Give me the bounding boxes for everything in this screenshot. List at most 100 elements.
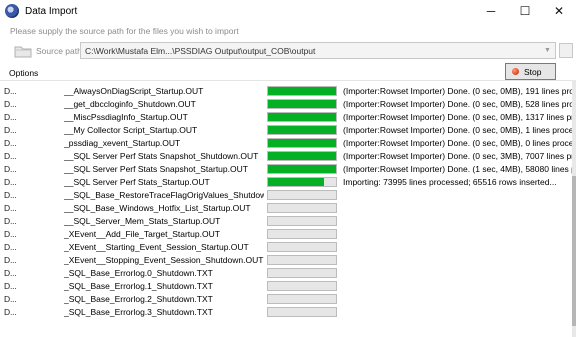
file-name: __SQL_Base_RestoreTraceFlagOrigValues_Sh… xyxy=(64,190,264,200)
file-name: __get_dbccloginfo_Shutdown.OUT xyxy=(64,99,196,109)
file-name: _XEvent__Add_File_Target_Startup.OUT xyxy=(64,229,220,239)
progress-bar xyxy=(267,164,337,174)
file-name: _SQL_Base_Errorlog.1_Shutdown.TXT xyxy=(64,281,213,291)
progress-bar xyxy=(267,242,337,252)
progress-fill xyxy=(268,165,336,173)
progress-bar xyxy=(267,138,337,148)
list-item[interactable]: D... _XEvent__Add_File_Target_Startup.OUT xyxy=(0,228,572,241)
import-status: (Importer:Rowset Importer) Done. (0 sec,… xyxy=(343,112,572,122)
maximize-button[interactable]: ☐ xyxy=(508,0,542,22)
progress-bar xyxy=(267,216,337,226)
scrollbar-thumb[interactable] xyxy=(572,176,576,326)
list-item[interactable]: D... __MiscPssdiagInfo_Startup.OUT (Import… xyxy=(0,111,572,124)
file-date: D... xyxy=(4,99,17,109)
source-path-value: C:\Work\Mustafa Elm...\PSSDIAG Output\ou… xyxy=(85,46,316,56)
list-item[interactable]: D... __get_dbccloginfo_Shutdown.OUT (Impor… xyxy=(0,98,572,111)
list-item[interactable]: D... __SQL_Base_RestoreTraceFlagOrigValue… xyxy=(0,189,572,202)
app-icon xyxy=(5,4,19,18)
browse-button[interactable] xyxy=(559,43,573,58)
progress-fill xyxy=(268,87,336,95)
file-name: _pssdiag_xevent_Startup.OUT xyxy=(64,138,181,148)
close-button[interactable]: ✕ xyxy=(542,0,576,22)
file-name: __SQL_Server_Mem_Stats_Startup.OUT xyxy=(64,216,221,226)
progress-bar xyxy=(267,99,337,109)
file-date: D... xyxy=(4,268,17,278)
progress-bar xyxy=(267,294,337,304)
progress-bar xyxy=(267,307,337,317)
file-date: D... xyxy=(4,294,17,304)
file-name: _SQL_Base_Errorlog.3_Shutdown.TXT xyxy=(64,307,213,317)
window-controls: ─ ☐ ✕ xyxy=(474,0,576,22)
source-path-combobox[interactable]: C:\Work\Mustafa Elm...\PSSDIAG Output\ou… xyxy=(80,42,556,59)
instruction-text: Please supply the source path for the fi… xyxy=(10,26,239,36)
progress-bar xyxy=(267,151,337,161)
stop-button[interactable]: Stop xyxy=(505,63,556,80)
file-name: __SQL Server Perf Stats_Startup.OUT xyxy=(64,177,210,187)
minimize-button[interactable]: ─ xyxy=(474,0,508,22)
file-date: D... xyxy=(4,164,17,174)
file-date: D... xyxy=(4,125,17,135)
progress-bar xyxy=(267,112,337,122)
vertical-scrollbar[interactable] xyxy=(572,80,576,337)
import-status: (Importer:Rowset Importer) Done. (1 sec,… xyxy=(343,164,572,174)
source-path-row: Source path: C:\Work\Mustafa Elm...\PSSD… xyxy=(0,40,576,62)
import-file-list[interactable]: D... __AlwaysOnDiagScript_Startup.OUT (Imp… xyxy=(0,80,572,337)
import-status: (Importer:Rowset Importer) Done. (0 sec,… xyxy=(343,151,572,161)
list-item[interactable]: D... __SQL_Server_Mem_Stats_Startup.OUT xyxy=(0,215,572,228)
import-status: (Importer:Rowset Importer) Done. (0 sec,… xyxy=(343,99,572,109)
file-date: D... xyxy=(4,190,17,200)
list-item[interactable]: D... __AlwaysOnDiagScript_Startup.OUT (Imp… xyxy=(0,85,572,98)
window-title: Data Import xyxy=(25,5,78,17)
file-date: D... xyxy=(4,281,17,291)
file-name: __SQL_Base_Windows_Hotfix_List_Startup.O… xyxy=(64,203,251,213)
progress-fill xyxy=(268,139,336,147)
list-item[interactable]: D... __SQL Server Perf Stats_Startup.OUT I… xyxy=(0,176,572,189)
progress-bar xyxy=(267,177,337,187)
file-date: D... xyxy=(4,138,17,148)
file-name: _SQL_Base_Errorlog.0_Shutdown.TXT xyxy=(64,268,213,278)
file-date: D... xyxy=(4,307,17,317)
import-status: Importing: 73995 lines processed; 65516 … xyxy=(343,177,557,187)
list-item[interactable]: D... __SQL Server Perf Stats Snapshot_Shu… xyxy=(0,150,572,163)
file-date: D... xyxy=(4,86,17,96)
import-status: (Importer:Rowset Importer) Done. (0 sec,… xyxy=(343,125,572,135)
progress-fill xyxy=(268,178,324,186)
progress-bar xyxy=(267,268,337,278)
file-name: _SQL_Base_Errorlog.2_Shutdown.TXT xyxy=(64,294,213,304)
progress-bar xyxy=(267,86,337,96)
progress-bar xyxy=(267,229,337,239)
list-item[interactable]: D... _SQL_Base_Errorlog.1_Shutdown.TXT xyxy=(0,280,572,293)
list-item[interactable]: D... __SQL_Base_Windows_Hotfix_List_Start… xyxy=(0,202,572,215)
list-item[interactable]: D... __SQL Server Perf Stats Snapshot_Sta… xyxy=(0,163,572,176)
file-name: __SQL Server Perf Stats Snapshot_Shutdow… xyxy=(64,151,259,161)
list-item[interactable]: D... _XEvent__Starting_Event_Session_Star… xyxy=(0,241,572,254)
progress-bar xyxy=(267,255,337,265)
progress-bar xyxy=(267,190,337,200)
import-status: (Importer:Rowset Importer) Done. (0 sec,… xyxy=(343,138,572,148)
list-item[interactable]: D... _SQL_Base_Errorlog.0_Shutdown.TXT xyxy=(0,267,572,280)
import-status: (Importer:Rowset Importer) Done. (0 sec,… xyxy=(343,86,572,96)
file-date: D... xyxy=(4,229,17,239)
options-menu[interactable]: Options xyxy=(9,68,38,78)
file-name: __My Collector Script_Startup.OUT xyxy=(64,125,198,135)
progress-bar xyxy=(267,281,337,291)
file-date: D... xyxy=(4,255,17,265)
title-bar: Data Import ─ ☐ ✕ xyxy=(0,0,576,22)
progress-fill xyxy=(268,100,336,108)
list-item[interactable]: D... __My Collector Script_Startup.OUT (Im… xyxy=(0,124,572,137)
file-name: __SQL Server Perf Stats Snapshot_Startup… xyxy=(64,164,248,174)
list-item[interactable]: D... _SQL_Base_Errorlog.3_Shutdown.TXT xyxy=(0,306,572,319)
list-item[interactable]: D... _XEvent__Stopping_Event_Session_Shut… xyxy=(0,254,572,267)
file-date: D... xyxy=(4,216,17,226)
list-item[interactable]: D... _SQL_Base_Errorlog.2_Shutdown.TXT xyxy=(0,293,572,306)
stop-button-label: Stop xyxy=(524,66,542,77)
file-name: __AlwaysOnDiagScript_Startup.OUT xyxy=(64,86,204,96)
source-path-label: Source path: xyxy=(36,46,85,56)
file-date: D... xyxy=(4,203,17,213)
chevron-down-icon[interactable]: ▼ xyxy=(541,44,554,57)
file-date: D... xyxy=(4,112,17,122)
file-name: __MiscPssdiagInfo_Startup.OUT xyxy=(64,112,188,122)
list-item[interactable]: D... _pssdiag_xevent_Startup.OUT (Importer… xyxy=(0,137,572,150)
file-name: _XEvent__Starting_Event_Session_Startup.… xyxy=(64,242,249,252)
file-date: D... xyxy=(4,151,17,161)
